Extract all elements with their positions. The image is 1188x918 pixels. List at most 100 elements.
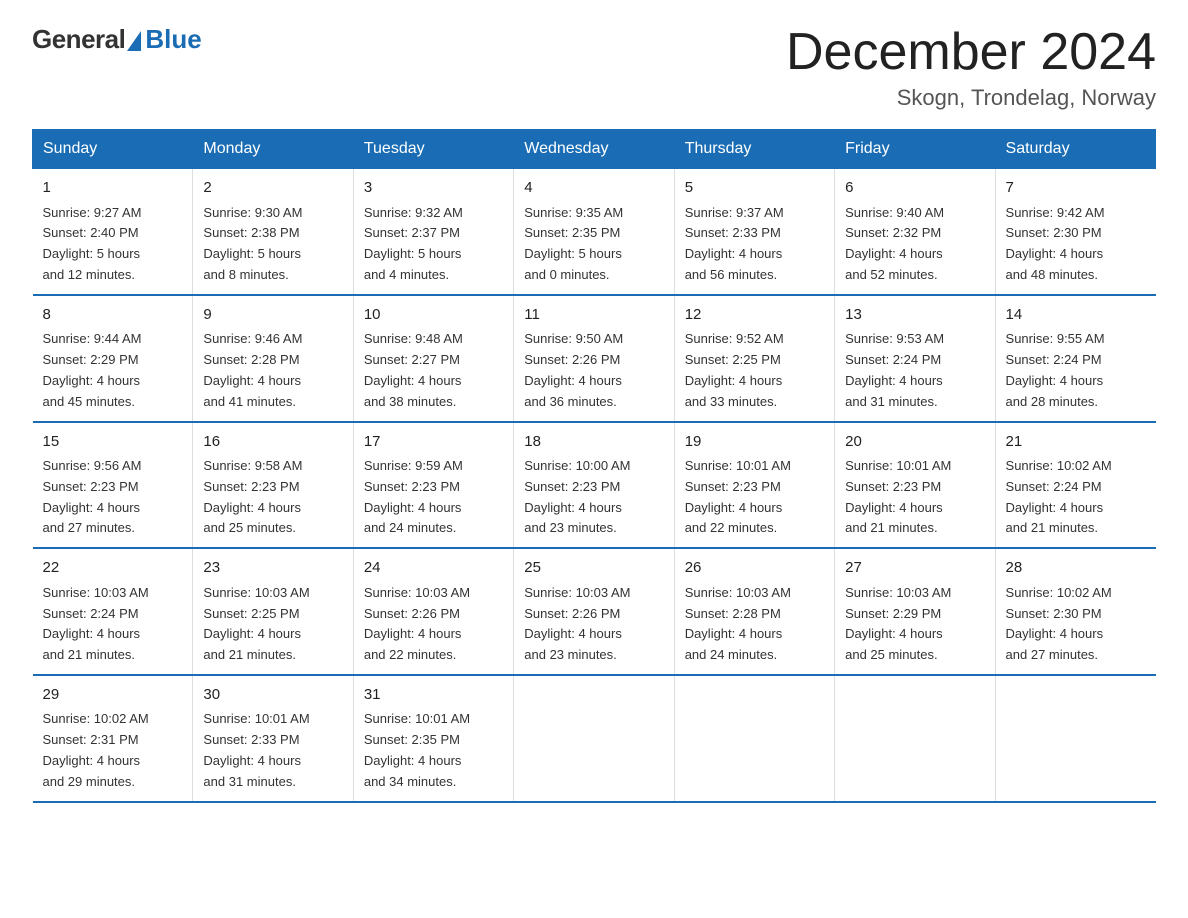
header-thursday: Thursday xyxy=(674,130,834,169)
day-info: Sunrise: 9:50 AMSunset: 2:26 PMDaylight:… xyxy=(524,329,663,412)
calendar-cell: 24 Sunrise: 10:03 AMSunset: 2:26 PMDaylig… xyxy=(353,548,513,675)
calendar-cell: 31Sunrise: 10:01 AMSunset: 2:35 PMDaylig… xyxy=(353,675,513,802)
calendar-cell: 20Sunrise: 10:01 AMSunset: 2:23 PMDaylig… xyxy=(835,422,995,549)
day-info: Sunrise: 9:55 AMSunset: 2:24 PMDaylight:… xyxy=(1006,329,1146,412)
calendar-cell: 12Sunrise: 9:52 AMSunset: 2:25 PMDayligh… xyxy=(674,295,834,422)
page-header: General Blue December 2024 Skogn, Tronde… xyxy=(32,24,1156,111)
calendar-cell: 19Sunrise: 10:01 AMSunset: 2:23 PMDaylig… xyxy=(674,422,834,549)
day-info: Sunrise: 9:40 AMSunset: 2:32 PMDaylight:… xyxy=(845,203,984,286)
day-number: 14 xyxy=(1006,304,1146,327)
calendar-cell: 8Sunrise: 9:44 AMSunset: 2:29 PMDaylight… xyxy=(33,295,193,422)
day-info: Sunrise: 10:03 AMSunset: 2:29 PMDaylight… xyxy=(845,583,984,666)
calendar-cell: 9Sunrise: 9:46 AMSunset: 2:28 PMDaylight… xyxy=(193,295,353,422)
day-number: 10 xyxy=(364,304,503,327)
day-number: 12 xyxy=(685,304,824,327)
calendar-cell xyxy=(674,675,834,802)
location-subtitle: Skogn, Trondelag, Norway xyxy=(786,85,1156,111)
day-info: Sunrise: 9:44 AMSunset: 2:29 PMDaylight:… xyxy=(43,329,183,412)
day-number: 22 xyxy=(43,557,183,580)
calendar-cell: 11Sunrise: 9:50 AMSunset: 2:26 PMDayligh… xyxy=(514,295,674,422)
calendar-cell: 6 Sunrise: 9:40 AMSunset: 2:32 PMDaylight… xyxy=(835,169,995,295)
day-info: Sunrise: 10:00 AMSunset: 2:23 PMDaylight… xyxy=(524,456,663,539)
calendar-cell: 27Sunrise: 10:03 AMSunset: 2:29 PMDaylig… xyxy=(835,548,995,675)
calendar-cell: 18Sunrise: 10:00 AMSunset: 2:23 PMDaylig… xyxy=(514,422,674,549)
day-number: 1 xyxy=(43,177,183,200)
day-number: 2 xyxy=(203,177,342,200)
day-number: 28 xyxy=(1006,557,1146,580)
day-info: Sunrise: 10:03 AMSunset: 2:28 PMDaylight… xyxy=(685,583,824,666)
calendar-cell: 23Sunrise: 10:03 AMSunset: 2:25 PMDaylig… xyxy=(193,548,353,675)
calendar-cell: 2 Sunrise: 9:30 AMSunset: 2:38 PMDaylight… xyxy=(193,169,353,295)
day-number: 31 xyxy=(364,684,503,707)
day-info: Sunrise: 10:03 AMSunset: 2:26 PMDaylight… xyxy=(364,583,503,666)
calendar-cell: 30Sunrise: 10:01 AMSunset: 2:33 PMDaylig… xyxy=(193,675,353,802)
day-info: Sunrise: 10:02 AMSunset: 2:31 PMDaylight… xyxy=(43,709,183,792)
day-info: Sunrise: 9:35 AMSunset: 2:35 PMDaylight:… xyxy=(524,203,663,286)
day-number: 17 xyxy=(364,431,503,454)
week-row-2: 8Sunrise: 9:44 AMSunset: 2:29 PMDaylight… xyxy=(33,295,1156,422)
day-number: 3 xyxy=(364,177,503,200)
day-number: 30 xyxy=(203,684,342,707)
header-monday: Monday xyxy=(193,130,353,169)
day-number: 25 xyxy=(524,557,663,580)
logo-triangle-icon xyxy=(127,31,141,51)
calendar-cell: 5Sunrise: 9:37 AMSunset: 2:33 PMDaylight… xyxy=(674,169,834,295)
calendar-cell: 1 Sunrise: 9:27 AMSunset: 2:40 PMDaylight… xyxy=(33,169,193,295)
day-info: Sunrise: 9:59 AMSunset: 2:23 PMDaylight:… xyxy=(364,456,503,539)
day-info: Sunrise: 10:03 AMSunset: 2:26 PMDaylight… xyxy=(524,583,663,666)
logo-blue-text: Blue xyxy=(145,24,201,55)
calendar-header: SundayMondayTuesdayWednesdayThursdayFrid… xyxy=(33,130,1156,169)
calendar-table: SundayMondayTuesdayWednesdayThursdayFrid… xyxy=(32,129,1156,802)
day-info: Sunrise: 9:58 AMSunset: 2:23 PMDaylight:… xyxy=(203,456,342,539)
calendar-cell: 7 Sunrise: 9:42 AMSunset: 2:30 PMDaylight… xyxy=(995,169,1155,295)
week-row-5: 29Sunrise: 10:02 AMSunset: 2:31 PMDaylig… xyxy=(33,675,1156,802)
calendar-cell: 26Sunrise: 10:03 AMSunset: 2:28 PMDaylig… xyxy=(674,548,834,675)
day-number: 15 xyxy=(43,431,183,454)
day-number: 18 xyxy=(524,431,663,454)
calendar-cell: 3 Sunrise: 9:32 AMSunset: 2:37 PMDaylight… xyxy=(353,169,513,295)
calendar-cell xyxy=(835,675,995,802)
day-number: 21 xyxy=(1006,431,1146,454)
day-number: 6 xyxy=(845,177,984,200)
day-info: Sunrise: 9:32 AMSunset: 2:37 PMDaylight:… xyxy=(364,203,503,286)
day-info: Sunrise: 9:52 AMSunset: 2:25 PMDaylight:… xyxy=(685,329,824,412)
day-info: Sunrise: 9:53 AMSunset: 2:24 PMDaylight:… xyxy=(845,329,984,412)
calendar-cell xyxy=(995,675,1155,802)
day-number: 24 xyxy=(364,557,503,580)
day-number: 5 xyxy=(685,177,824,200)
day-info: Sunrise: 9:56 AMSunset: 2:23 PMDaylight:… xyxy=(43,456,183,539)
calendar-cell xyxy=(514,675,674,802)
calendar-cell: 16Sunrise: 9:58 AMSunset: 2:23 PMDayligh… xyxy=(193,422,353,549)
day-info: Sunrise: 9:27 AMSunset: 2:40 PMDaylight:… xyxy=(43,203,183,286)
calendar-cell: 29Sunrise: 10:02 AMSunset: 2:31 PMDaylig… xyxy=(33,675,193,802)
day-info: Sunrise: 9:30 AMSunset: 2:38 PMDaylight:… xyxy=(203,203,342,286)
day-number: 16 xyxy=(203,431,342,454)
week-row-3: 15Sunrise: 9:56 AMSunset: 2:23 PMDayligh… xyxy=(33,422,1156,549)
calendar-cell: 14Sunrise: 9:55 AMSunset: 2:24 PMDayligh… xyxy=(995,295,1155,422)
title-area: December 2024 Skogn, Trondelag, Norway xyxy=(786,24,1156,111)
header-saturday: Saturday xyxy=(995,130,1155,169)
header-wednesday: Wednesday xyxy=(514,130,674,169)
header-row: SundayMondayTuesdayWednesdayThursdayFrid… xyxy=(33,130,1156,169)
day-info: Sunrise: 9:42 AMSunset: 2:30 PMDaylight:… xyxy=(1006,203,1146,286)
calendar-cell: 21Sunrise: 10:02 AMSunset: 2:24 PMDaylig… xyxy=(995,422,1155,549)
day-number: 19 xyxy=(685,431,824,454)
day-info: Sunrise: 10:01 AMSunset: 2:33 PMDaylight… xyxy=(203,709,342,792)
day-info: Sunrise: 10:01 AMSunset: 2:23 PMDaylight… xyxy=(685,456,824,539)
day-info: Sunrise: 10:02 AMSunset: 2:24 PMDaylight… xyxy=(1006,456,1146,539)
calendar-cell: 10Sunrise: 9:48 AMSunset: 2:27 PMDayligh… xyxy=(353,295,513,422)
day-number: 29 xyxy=(43,684,183,707)
day-number: 8 xyxy=(43,304,183,327)
calendar-cell: 15Sunrise: 9:56 AMSunset: 2:23 PMDayligh… xyxy=(33,422,193,549)
day-number: 7 xyxy=(1006,177,1146,200)
day-info: Sunrise: 9:46 AMSunset: 2:28 PMDaylight:… xyxy=(203,329,342,412)
day-number: 11 xyxy=(524,304,663,327)
month-title: December 2024 xyxy=(786,24,1156,81)
calendar-cell: 28Sunrise: 10:02 AMSunset: 2:30 PMDaylig… xyxy=(995,548,1155,675)
day-number: 4 xyxy=(524,177,663,200)
day-info: Sunrise: 10:03 AMSunset: 2:25 PMDaylight… xyxy=(203,583,342,666)
day-number: 20 xyxy=(845,431,984,454)
calendar-body: 1 Sunrise: 9:27 AMSunset: 2:40 PMDaylight… xyxy=(33,169,1156,802)
week-row-1: 1 Sunrise: 9:27 AMSunset: 2:40 PMDaylight… xyxy=(33,169,1156,295)
calendar-cell: 13Sunrise: 9:53 AMSunset: 2:24 PMDayligh… xyxy=(835,295,995,422)
